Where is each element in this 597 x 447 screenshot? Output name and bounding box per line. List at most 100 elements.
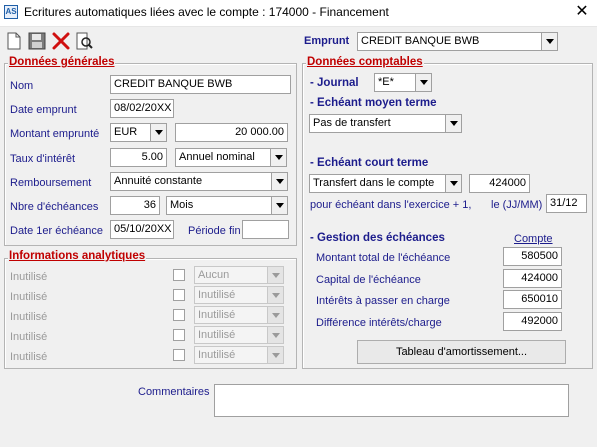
taux-field[interactable]: 5.00 [110, 148, 167, 167]
court-terme-compte-value: 424000 [489, 177, 526, 189]
analytics-row-checkbox[interactable] [173, 309, 185, 321]
analytics-row-checkbox[interactable] [173, 349, 185, 361]
moyen-terme-value: Pas de transfert [313, 117, 391, 129]
analytics-row-select[interactable]: Inutilisé [194, 306, 284, 324]
nbre-field[interactable]: 36 [110, 196, 160, 215]
moyen-terme-label: - Echéant moyen terme [310, 97, 437, 109]
devise-value: EUR [114, 126, 138, 138]
analytics-row-value: Aucun [198, 269, 230, 281]
gestion-row-label: Capital de l'échéance [316, 274, 421, 286]
gestion-label: - Gestion des échéances [310, 232, 445, 244]
chevron-down-icon[interactable] [271, 197, 287, 214]
chevron-down-icon[interactable] [267, 327, 283, 343]
taux-label: Taux d'intérêt [10, 153, 76, 165]
tableau-amortissement-button[interactable]: Tableau d'amortissement... [357, 340, 566, 364]
periodicite-value: Mois [170, 199, 194, 211]
commentaires-field[interactable] [214, 384, 569, 417]
analytics-row-checkbox[interactable] [173, 269, 185, 281]
exercice-text: pour échéant dans l'exercice + 1, [310, 199, 472, 211]
gestion-row-value: 580500 [521, 250, 558, 262]
close-window-button[interactable]: ✕ [570, 2, 594, 22]
analytics-row-value: Inutilisé [198, 349, 236, 361]
analytics-row-label: Inutilisé [10, 311, 48, 323]
analytics-row-checkbox[interactable] [173, 329, 185, 341]
analytics-row-value: Inutilisé [198, 329, 236, 341]
window-title: Ecritures automatiques liées avec le com… [24, 5, 389, 19]
gestion-row-label: Différence intérêts/charge [316, 317, 442, 329]
gestion-row-field[interactable]: 424000 [503, 269, 562, 288]
taux-type-select[interactable]: Annuel nominal [175, 148, 287, 167]
analytics-row-select[interactable]: Inutilisé [194, 326, 284, 344]
chevron-down-icon[interactable] [541, 33, 557, 50]
chevron-down-icon[interactable] [267, 307, 283, 323]
analytics-row-value: Inutilisé [198, 309, 236, 321]
preview-icon[interactable] [74, 31, 94, 51]
gestion-row-value: 424000 [521, 272, 558, 284]
analytics-row-select[interactable]: Aucun [194, 266, 284, 284]
chevron-down-icon[interactable] [415, 74, 431, 91]
gestion-row-value: 492000 [521, 315, 558, 327]
gestion-row-field[interactable]: 492000 [503, 312, 562, 331]
chevron-down-icon[interactable] [267, 287, 283, 303]
devise-select[interactable]: EUR [110, 123, 167, 142]
analytics-row-value: Inutilisé [198, 289, 236, 301]
moyen-terme-select[interactable]: Pas de transfert [309, 114, 462, 133]
chevron-down-icon[interactable] [267, 267, 283, 283]
nbre-value: 36 [143, 199, 156, 211]
montant-label: Montant emprunté [10, 128, 100, 140]
court-terme-label: - Echéant court terme [310, 157, 429, 169]
date-emprunt-value: 08/02/20XX [114, 102, 172, 114]
nom-label: Nom [10, 80, 34, 92]
chevron-down-icon[interactable] [445, 175, 461, 192]
remboursement-select[interactable]: Annuité constante [110, 172, 288, 191]
le-value: 31/12 [550, 197, 578, 209]
taux-value: 5.00 [141, 151, 163, 163]
chevron-down-icon[interactable] [270, 149, 286, 166]
analytics-row-checkbox[interactable] [173, 289, 185, 301]
emprunt-value: CREDIT BANQUE BWB [361, 35, 480, 47]
date-1er-label: Date 1er échéance [10, 225, 103, 237]
analytics-row-label: Inutilisé [10, 271, 48, 283]
analytics-row-label: Inutilisé [10, 331, 48, 343]
date-emprunt-label: Date emprunt [10, 104, 77, 116]
app-icon: AS [4, 5, 18, 19]
remboursement-value: Annuité constante [114, 175, 203, 187]
nom-field[interactable]: CREDIT BANQUE BWB [110, 75, 291, 94]
analytics-row-label: Inutilisé [10, 291, 48, 303]
analytics-row-select[interactable]: Inutilisé [194, 286, 284, 304]
periode-fin-label: Période fin [188, 225, 241, 237]
analytics-row-select[interactable]: Inutilisé [194, 346, 284, 364]
taux-type-value: Annuel nominal [179, 151, 255, 163]
court-terme-value: Transfert dans le compte [313, 177, 435, 189]
court-terme-compte-field[interactable]: 424000 [469, 174, 530, 193]
emprunt-select[interactable]: CREDIT BANQUE BWB [357, 32, 558, 51]
le-label: le (JJ/MM) [491, 199, 543, 211]
nom-value: CREDIT BANQUE BWB [114, 78, 233, 90]
montant-value: 20 000.00 [235, 126, 284, 138]
date-emprunt-field[interactable]: 08/02/20XX [110, 99, 174, 118]
analytics-row-label: Inutilisé [10, 351, 48, 363]
commentaires-label: Commentaires [138, 386, 210, 398]
delete-icon[interactable] [51, 31, 71, 51]
save-icon[interactable] [27, 31, 47, 51]
periodicite-select[interactable]: Mois [166, 196, 288, 215]
gestion-row-field[interactable]: 650010 [503, 290, 562, 309]
comptables-group-title: Données comptables [306, 56, 424, 68]
court-terme-select[interactable]: Transfert dans le compte [309, 174, 462, 193]
gestion-row-label: Intérêts à passer en charge [316, 295, 450, 307]
journal-label: - Journal [310, 77, 359, 89]
chevron-down-icon[interactable] [445, 115, 461, 132]
periode-fin-field[interactable] [242, 220, 289, 239]
le-field[interactable]: 31/12 [546, 194, 587, 213]
journal-select[interactable]: *E* [374, 73, 432, 92]
chevron-down-icon[interactable] [267, 347, 283, 363]
chevron-down-icon[interactable] [150, 124, 166, 141]
general-group-title: Données générales [8, 56, 116, 68]
journal-value: *E* [378, 76, 394, 88]
chevron-down-icon[interactable] [271, 173, 287, 190]
new-document-icon[interactable] [4, 31, 24, 51]
gestion-row-field[interactable]: 580500 [503, 247, 562, 266]
montant-field[interactable]: 20 000.00 [175, 123, 288, 142]
remboursement-label: Remboursement [10, 177, 92, 189]
date-1er-field[interactable]: 05/10/20XX [110, 220, 174, 239]
